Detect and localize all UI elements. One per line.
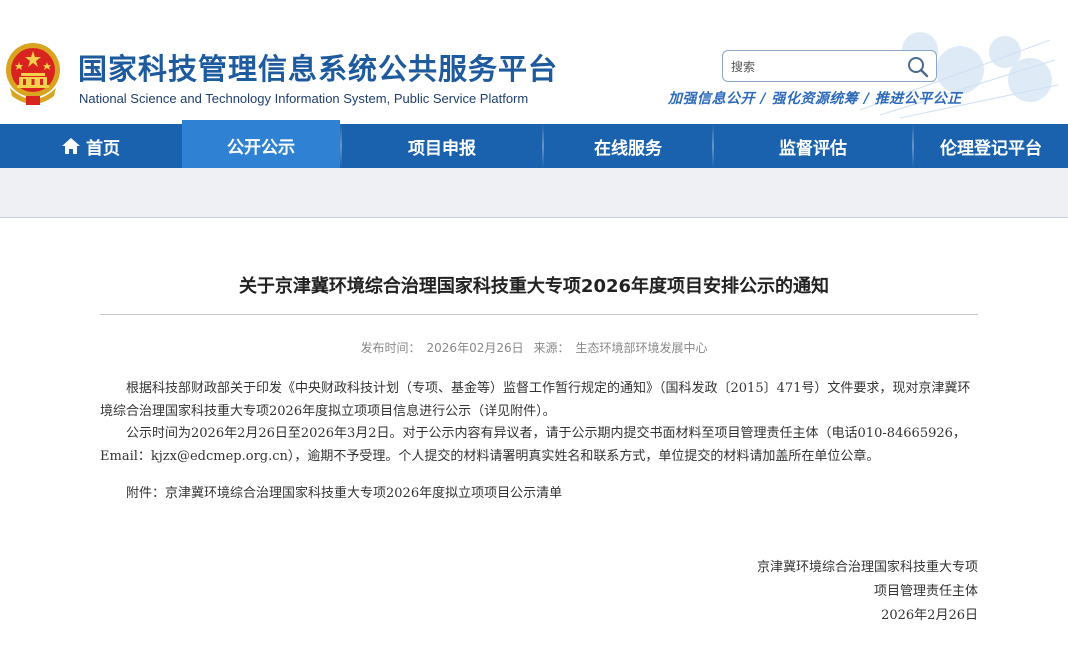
nav-item-label: 伦理登记平台 bbox=[940, 138, 1042, 159]
nav-item-label: 在线服务 bbox=[594, 138, 662, 159]
source-label: 来源： bbox=[533, 341, 570, 355]
nav-item-ethics-registration[interactable]: 伦理登记平台 bbox=[914, 124, 1068, 168]
signature-role: 项目管理责任主体 bbox=[873, 584, 978, 599]
nav-item-label: 监督评估 bbox=[779, 138, 847, 159]
nav-item-supervision-evaluation[interactable]: 监督评估 bbox=[714, 124, 912, 168]
signature-date: 2026年2月26日 bbox=[881, 608, 978, 623]
article-title: 关于京津冀环境综合治理国家科技重大专项2026年度项目安排公示的通知 bbox=[238, 276, 830, 297]
main-nav: 首页 公开公示 项目申报 在线服务 监督评估 伦理登记平台 bbox=[0, 120, 1068, 170]
nav-item-online-service[interactable]: 在线服务 bbox=[544, 124, 712, 168]
site-title: 国家科技管理信息系统公共服务平台 bbox=[78, 52, 559, 86]
search-input[interactable] bbox=[731, 57, 901, 77]
search-box bbox=[722, 50, 937, 82]
site-header: 国家科技管理信息系统公共服务平台 National Science and Te… bbox=[0, 0, 1068, 124]
nav-item-label: 首页 bbox=[86, 138, 120, 159]
title-divider bbox=[100, 314, 978, 315]
publish-label: 发布时间： bbox=[360, 341, 421, 355]
article-paragraph: 公示时间为2026年2月26日至2026年3月2日。对于公示内容有异议者，请于公… bbox=[100, 426, 966, 464]
nav-item-home[interactable]: 首页 bbox=[0, 124, 182, 168]
publish-date: 2026年02月26日 bbox=[426, 341, 524, 355]
article-signature: 京津冀环境综合治理国家科技重大专项 项目管理责任主体 2026年2月26日 bbox=[757, 556, 978, 628]
nav-item-label: 项目申报 bbox=[408, 138, 476, 159]
nav-item-project-application[interactable]: 项目申报 bbox=[342, 124, 542, 168]
article-body: 根据科技部财政部关于印发《中央财政科技计划（专项、基金等）监督工作暂行规定的通知… bbox=[100, 378, 978, 506]
signature-org: 京津冀环境综合治理国家科技重大专项 bbox=[756, 560, 978, 575]
attachment-link[interactable]: 附件：京津冀环境综合治理国家科技重大专项2026年度拟立项项目公示清单 bbox=[100, 483, 978, 506]
magnifier-icon[interactable] bbox=[906, 55, 930, 79]
national-emblem-icon[interactable] bbox=[4, 40, 62, 106]
article-paragraph: 根据科技部财政部关于印发《中央财政科技计划（专项、基金等）监督工作暂行规定的通知… bbox=[100, 381, 971, 419]
sub-navigation-bar bbox=[0, 168, 1068, 218]
article-meta: 发布时间： 2026年02月26日 来源： 生态环境部环境发展中心 bbox=[0, 339, 1068, 356]
home-icon bbox=[62, 138, 80, 154]
nav-item-public-notice[interactable]: 公开公示 bbox=[182, 120, 340, 170]
nav-item-label: 公开公示 bbox=[227, 137, 295, 158]
site-subtitle: National Science and Technology Informat… bbox=[79, 91, 529, 106]
site-slogan: 加强信息公开 / 强化资源统筹 / 推进公平公正 bbox=[668, 91, 962, 107]
source-name: 生态环境部环境发展中心 bbox=[575, 341, 708, 355]
